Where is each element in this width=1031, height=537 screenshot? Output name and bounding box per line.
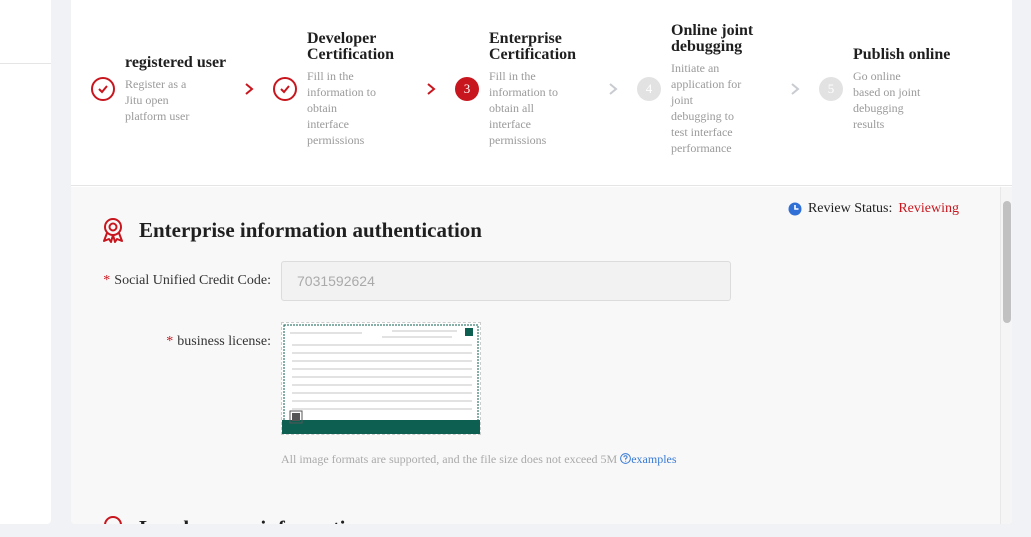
step-4-number-icon: 4 (637, 77, 661, 101)
step-2-chevron-icon (427, 83, 436, 95)
examples-link[interactable]: examples (620, 452, 677, 466)
upload-hint: All image formats are supported, and the… (281, 452, 677, 467)
step-3-chevron-icon (609, 83, 618, 95)
review-status-label: Review Status: (807, 201, 893, 216)
award-ribbon-icon (103, 218, 123, 243)
step-3-title: Enterprise Certification (489, 30, 577, 63)
scrollbar-thumb[interactable] (1003, 201, 1011, 323)
step-2-title: Developer Certification (307, 30, 395, 63)
business-license-image[interactable] (281, 322, 481, 435)
step-3-desc: Fill in the information to obtain all in… (489, 69, 558, 147)
step-5-desc: Go online based on joint debugging resul… (853, 69, 921, 131)
legal-person-heading: Legal person information (101, 515, 368, 524)
step-5-number-icon: 5 (819, 77, 843, 101)
legal-person-title: Legal person information (139, 516, 368, 525)
step-4-title: Online joint debugging (671, 22, 754, 55)
required-mark: * (103, 273, 111, 288)
credit-code-label: * Social Unified Credit Code: (103, 273, 271, 288)
left-sidebar (0, 0, 51, 524)
review-status-value: Reviewing (898, 201, 959, 216)
required-mark: * (166, 334, 174, 349)
enterprise-auth-section: Review Status: Reviewing Enterprise info… (71, 187, 1000, 524)
question-circle-icon (620, 453, 632, 464)
section-heading: Enterprise information authentication (101, 217, 482, 243)
progress-steps: registered user Register as a Jitu open … (71, 0, 1012, 186)
step-4-chevron-icon (791, 83, 800, 95)
step-3-number-icon: 3 (455, 77, 479, 101)
clock-icon (788, 202, 802, 216)
award-ribbon-icon (104, 516, 122, 524)
content-card: registered user Register as a Jitu open … (71, 0, 1012, 524)
step-1-desc: Register as a Jitu open platform user (125, 77, 190, 123)
step-1-check-icon (91, 77, 115, 101)
step-4-desc: Initiate an application for joint debugg… (671, 61, 742, 155)
upload-hint-text: All image formats are supported, and the… (281, 452, 618, 466)
license-label: * business license: (166, 334, 271, 349)
step-5-title: Publish online (853, 46, 951, 63)
sidebar-divider (0, 63, 51, 64)
vertical-scrollbar[interactable] (1000, 187, 1012, 524)
step-2-check-icon (273, 77, 297, 101)
review-status: Review Status: Reviewing (788, 201, 959, 217)
step-2-desc: Fill in the information to obtain interf… (307, 69, 376, 147)
credit-code-input[interactable]: 7031592624 (281, 261, 731, 301)
step-1-chevron-icon (245, 83, 254, 95)
step-1-title: registered user (125, 54, 227, 71)
section-title: Enterprise information authentication (139, 217, 482, 242)
